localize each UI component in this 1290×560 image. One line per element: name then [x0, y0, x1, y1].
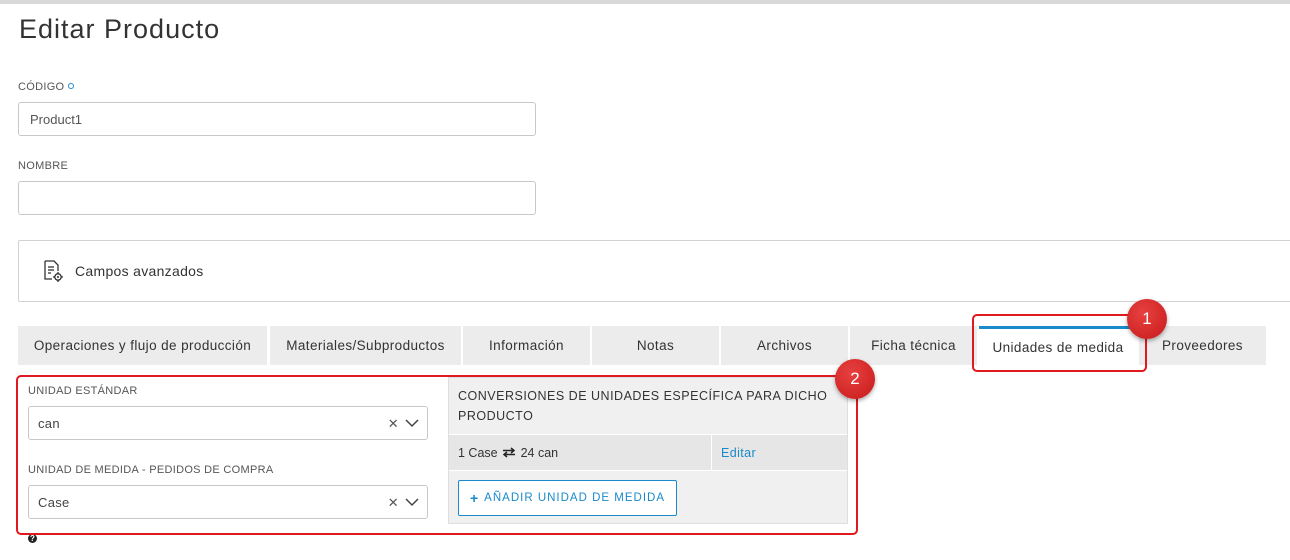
tab-materials[interactable]: Materiales/Subproductos — [270, 326, 461, 365]
code-label: CÓDIGO — [18, 81, 75, 93]
tab-notes[interactable]: Notas — [592, 326, 719, 365]
code-label-text: CÓDIGO — [18, 81, 65, 93]
document-settings-icon — [44, 260, 63, 282]
required-indicator-icon — [68, 83, 75, 89]
annotation-badge-1: 1 — [1127, 299, 1167, 339]
tab-operations[interactable]: Operaciones y flujo de producción — [18, 326, 267, 365]
tab-datasheet[interactable]: Ficha técnica — [850, 326, 977, 365]
annotation-box-1 — [972, 314, 1147, 372]
annotation-badge-2: 2 — [835, 359, 875, 399]
advanced-fields-panel[interactable]: Campos avanzados — [18, 240, 1290, 302]
top-border — [0, 0, 1290, 4]
code-input[interactable] — [18, 102, 536, 136]
tab-files[interactable]: Archivos — [721, 326, 848, 365]
help-icon[interactable]: ? — [28, 534, 37, 543]
page-title: Editar Producto — [19, 14, 221, 44]
name-input[interactable] — [18, 181, 536, 215]
annotation-box-2 — [16, 375, 858, 535]
tab-information[interactable]: Información — [463, 326, 590, 365]
name-label: NOMBRE — [18, 160, 69, 172]
advanced-fields-label: Campos avanzados — [75, 263, 204, 279]
